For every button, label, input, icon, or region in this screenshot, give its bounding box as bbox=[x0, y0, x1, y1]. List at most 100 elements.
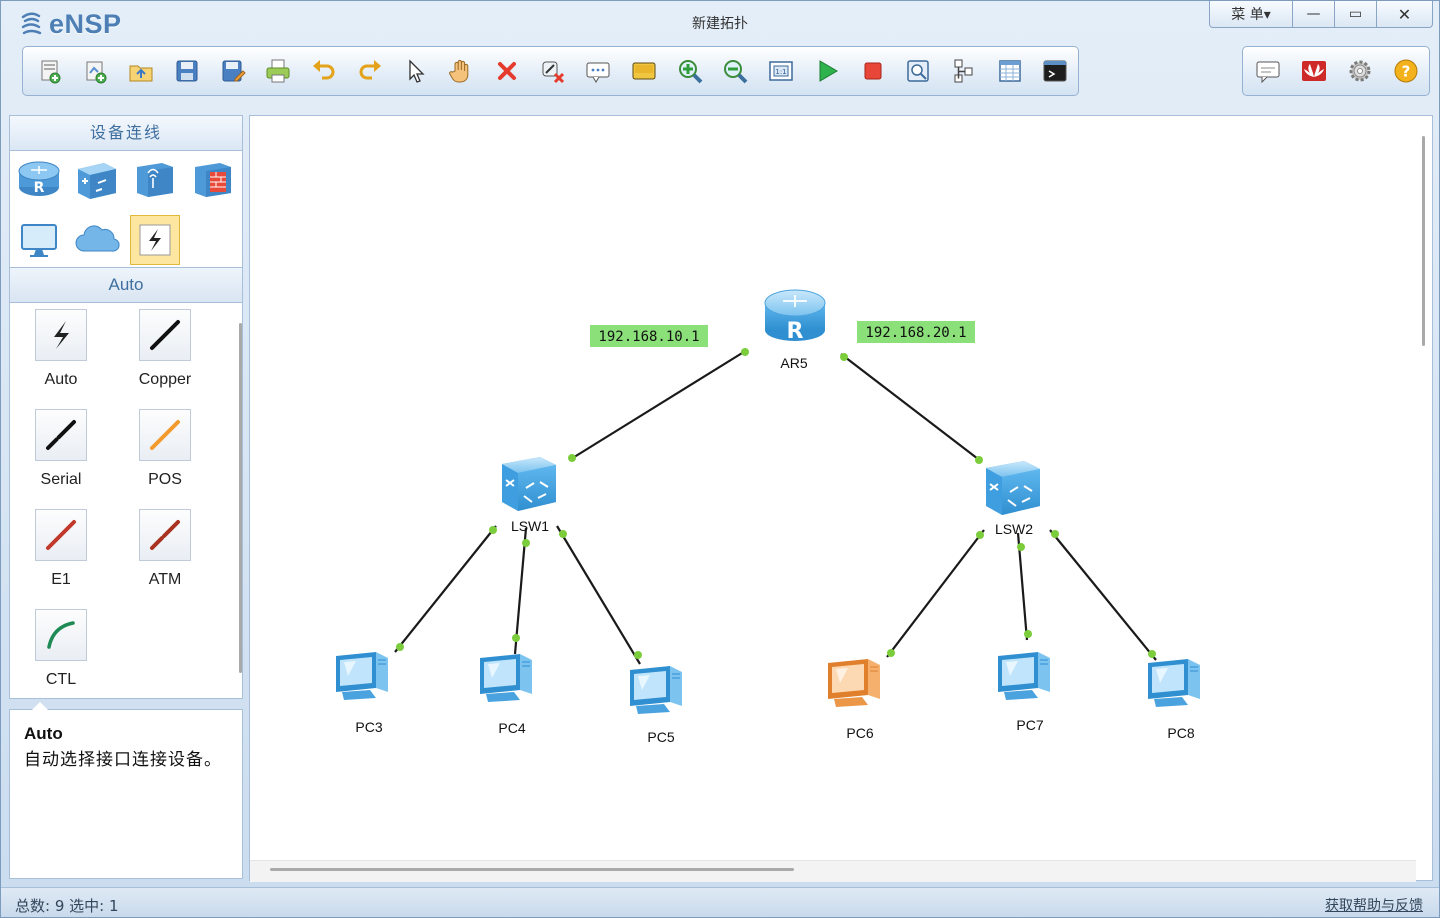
ctl-cable-icon bbox=[47, 621, 75, 649]
capture-button[interactable] bbox=[895, 49, 941, 93]
router-category-icon: R bbox=[18, 161, 60, 196]
canvas-vertical-scrollbar[interactable] bbox=[1422, 136, 1425, 346]
port-dot bbox=[840, 353, 848, 361]
zoom-in-button[interactable] bbox=[667, 49, 713, 93]
svg-text:?: ? bbox=[1402, 63, 1411, 81]
grid-button[interactable] bbox=[987, 49, 1033, 93]
pc-pc3[interactable]: PC3 bbox=[336, 652, 388, 735]
minimize-button[interactable]: — bbox=[1293, 1, 1335, 28]
redo-button[interactable] bbox=[347, 49, 393, 93]
port-dot bbox=[1148, 650, 1156, 658]
pc-pc6[interactable]: PC6 bbox=[828, 659, 880, 741]
start-icon bbox=[819, 60, 838, 82]
switch-lsw1[interactable]: LSW1 bbox=[502, 457, 556, 534]
open-button[interactable] bbox=[118, 49, 164, 93]
pc-pc5[interactable]: PC5 bbox=[630, 666, 682, 745]
cable-label: CTL bbox=[45, 671, 77, 688]
delete-link-button[interactable] bbox=[530, 49, 576, 93]
atm-cable-icon bbox=[150, 520, 180, 550]
router-category[interactable]: R bbox=[14, 155, 64, 205]
cable-pos[interactable]: POS bbox=[120, 403, 210, 499]
cable-ctl[interactable]: CTL bbox=[16, 603, 106, 699]
main-menu-button[interactable]: 菜 单▾ bbox=[1209, 1, 1293, 28]
palette-button[interactable] bbox=[621, 49, 667, 93]
help-button[interactable]: ? bbox=[1383, 49, 1429, 93]
terminal-pc-category[interactable] bbox=[14, 215, 64, 265]
zoom-out-button[interactable] bbox=[713, 49, 759, 93]
link-lsw1-pc5[interactable] bbox=[556, 525, 641, 665]
new-topology-icon bbox=[41, 60, 61, 84]
select-button[interactable] bbox=[393, 49, 439, 93]
save-as-icon bbox=[222, 60, 246, 82]
description-text: 自动选择接口连接设备。 bbox=[24, 750, 222, 770]
cable-list-scrollbar[interactable] bbox=[239, 323, 242, 673]
switch-lsw2[interactable]: LSW2 bbox=[986, 461, 1040, 537]
port-dot bbox=[975, 456, 983, 464]
canvas-horizontal-scrollbar[interactable] bbox=[270, 868, 794, 871]
link-lsw2-pc8[interactable] bbox=[1049, 529, 1157, 661]
pc-pc8[interactable]: PC8 bbox=[1148, 659, 1200, 741]
topology-view-button[interactable] bbox=[941, 49, 987, 93]
cable-serial[interactable]: Serial bbox=[16, 403, 106, 499]
connection-category[interactable] bbox=[130, 215, 180, 265]
maximize-button[interactable]: ▭ bbox=[1335, 1, 1377, 28]
close-button[interactable]: ✕ bbox=[1377, 1, 1433, 28]
node-label: PC5 bbox=[647, 729, 674, 745]
delete-button[interactable] bbox=[484, 49, 530, 93]
chat-button[interactable] bbox=[1245, 49, 1291, 93]
cable-copper[interactable]: Copper bbox=[120, 303, 210, 399]
node-label: LSW2 bbox=[995, 521, 1033, 537]
port-dot bbox=[489, 526, 497, 534]
capture-icon bbox=[907, 60, 929, 82]
port-dot bbox=[976, 531, 984, 539]
topology-drawing: 192.168.10.1 192.168.20.1 R AR5 LSW1 LSW… bbox=[336, 289, 1200, 745]
pan-button[interactable] bbox=[438, 49, 484, 93]
device-category-grid: R bbox=[9, 151, 243, 267]
port-dot bbox=[741, 348, 749, 356]
firewall-category[interactable] bbox=[188, 155, 238, 205]
terminal-button[interactable] bbox=[1032, 49, 1078, 93]
text-note-icon bbox=[586, 62, 610, 83]
ip-label-text: 192.168.20.1 bbox=[865, 325, 966, 341]
ip-label-1[interactable]: 192.168.10.1 bbox=[590, 325, 708, 347]
switch-category-icon bbox=[78, 163, 116, 199]
pc-pc7[interactable]: PC7 bbox=[998, 652, 1050, 733]
link-ar5-lsw2[interactable] bbox=[840, 353, 983, 463]
help-feedback-link[interactable]: 获取帮助与反馈 bbox=[1325, 895, 1423, 915]
link-lsw2-pc6[interactable] bbox=[886, 529, 985, 658]
fit-view-button[interactable]: 1:1 bbox=[758, 49, 804, 93]
cloud-category[interactable] bbox=[72, 215, 122, 265]
port-dot bbox=[1017, 543, 1025, 551]
pc-icon bbox=[998, 652, 1050, 700]
cable-e1[interactable]: E1 bbox=[16, 503, 106, 599]
cable-label: Copper bbox=[138, 371, 192, 388]
ip-label-2[interactable]: 192.168.20.1 bbox=[857, 321, 975, 343]
link-lsw1-pc3[interactable] bbox=[394, 525, 497, 653]
new-lab-button[interactable] bbox=[73, 49, 119, 93]
undo-button[interactable] bbox=[301, 49, 347, 93]
wireless-category[interactable] bbox=[130, 155, 180, 205]
grid-table-icon bbox=[998, 60, 1021, 82]
print-button[interactable] bbox=[256, 49, 302, 93]
huawei-button[interactable] bbox=[1291, 49, 1337, 93]
link-ar5-lsw1[interactable] bbox=[570, 349, 748, 460]
cable-auto[interactable]: Auto bbox=[16, 303, 106, 399]
stop-button[interactable] bbox=[850, 49, 896, 93]
save-button[interactable] bbox=[164, 49, 210, 93]
settings-button[interactable] bbox=[1337, 49, 1383, 93]
switch-category[interactable] bbox=[72, 155, 122, 205]
main-toolbar: 1:1 bbox=[22, 46, 1079, 96]
pc-pc4[interactable]: PC4 bbox=[480, 654, 532, 736]
port-dot bbox=[512, 634, 520, 642]
topology-canvas[interactable]: 192.168.10.1 192.168.20.1 R AR5 LSW1 LSW… bbox=[249, 115, 1433, 882]
text-note-button[interactable] bbox=[575, 49, 621, 93]
new-topology-button[interactable] bbox=[27, 49, 73, 93]
node-label: PC3 bbox=[355, 719, 382, 735]
cable-atm[interactable]: ATM bbox=[120, 503, 210, 599]
start-button[interactable] bbox=[804, 49, 850, 93]
firewall-category-icon bbox=[195, 163, 231, 197]
huawei-icon bbox=[1302, 61, 1326, 81]
cable-type-header: Auto bbox=[9, 267, 243, 303]
save-as-button[interactable] bbox=[210, 49, 256, 93]
router-ar5[interactable]: R AR5 bbox=[764, 289, 826, 371]
